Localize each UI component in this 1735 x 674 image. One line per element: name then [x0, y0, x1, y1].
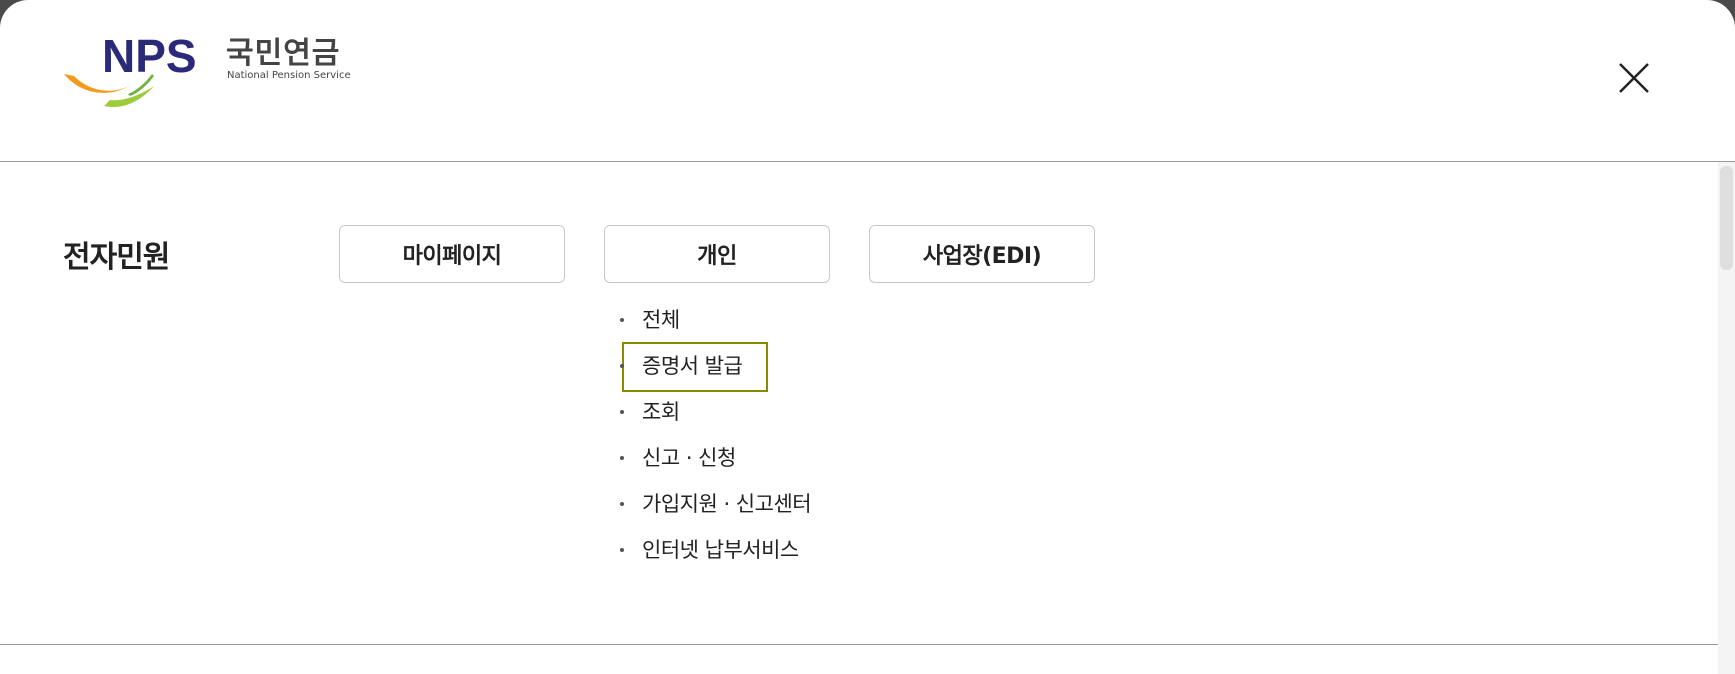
section-title: 전자민원	[63, 240, 170, 275]
submenu-item-label: 인터넷 납부서비스	[642, 538, 799, 562]
submenu-item-inquiry[interactable]: 조회	[620, 389, 811, 435]
logo-english-text: National Pension Service	[227, 70, 351, 81]
bullet-icon	[620, 456, 624, 460]
submenu-item-internet-payment[interactable]: 인터넷 납부서비스	[620, 527, 811, 573]
submenu-item-certificate[interactable]: 증명서 발급	[620, 342, 811, 392]
bullet-icon	[620, 548, 624, 552]
nps-logo[interactable]: NPS 국민연금 National Pension Service	[62, 36, 352, 116]
popup-panel: NPS 국민연금 National Pension Service 전자민원 마…	[0, 0, 1735, 674]
bullet-icon	[620, 502, 624, 506]
submenu-item-label: 전체	[642, 308, 680, 332]
close-button[interactable]	[1612, 56, 1656, 100]
header: NPS 국민연금 National Pension Service	[0, 0, 1735, 162]
personal-submenu: 전체 증명서 발급 조회 신고 · 신청 가입지원 · 신고센터 인터넷 납부서…	[620, 297, 812, 573]
submenu-item-join-support[interactable]: 가입지원 · 신고센터	[620, 481, 812, 527]
scrollbar-thumb[interactable]	[1720, 166, 1733, 270]
submenu-item-label: 가입지원 · 신고센터	[642, 492, 812, 516]
nps-logo-mark: NPS	[64, 36, 197, 108]
logo-korean-text: 국민연금	[226, 36, 341, 71]
submenu-item-label: 신고 · 신청	[642, 446, 736, 470]
submenu-item-all[interactable]: 전체	[620, 297, 811, 343]
tab-personal[interactable]: 개인	[604, 225, 830, 283]
tab-mypage[interactable]: 마이페이지	[339, 225, 565, 283]
menu-content: 전자민원 마이페이지 개인 사업장(EDI) 전체 증명서 발급 조회 신고 ·…	[0, 162, 1718, 645]
submenu-item-report-apply[interactable]: 신고 · 신청	[620, 435, 811, 481]
bullet-icon	[620, 410, 624, 414]
close-icon	[1619, 63, 1649, 93]
svg-text:NPS: NPS	[102, 36, 197, 82]
bullet-icon	[620, 318, 624, 322]
submenu-item-label: 조회	[642, 400, 680, 424]
bullet-icon	[620, 364, 624, 368]
focus-outline	[622, 342, 768, 392]
tab-business-edi[interactable]: 사업장(EDI)	[869, 225, 1095, 283]
vertical-scrollbar[interactable]	[1718, 162, 1735, 674]
